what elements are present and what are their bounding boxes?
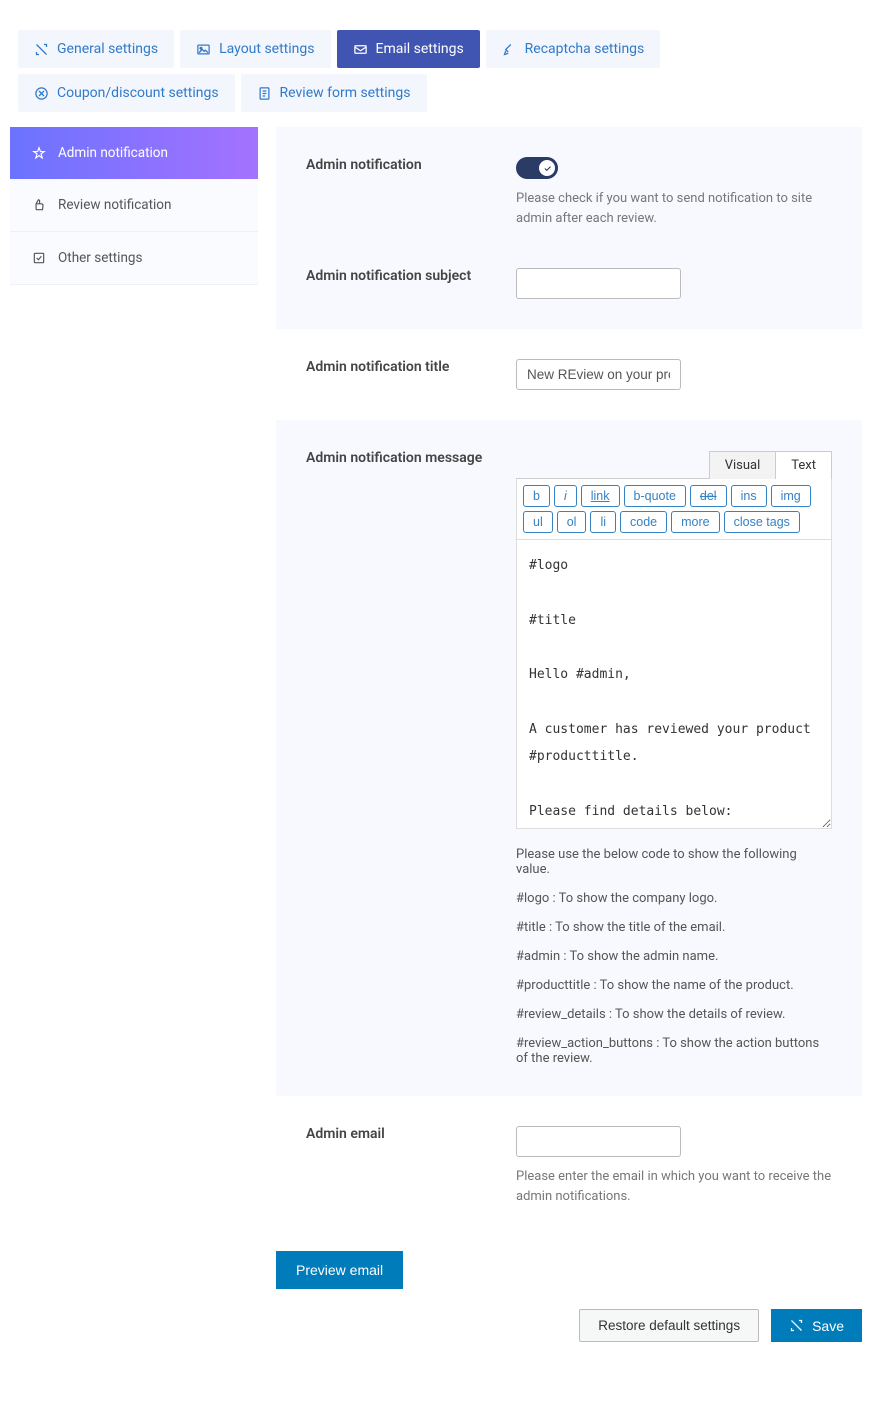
btn-ul[interactable]: ul	[523, 511, 553, 533]
sidebar-item-label: Admin notification	[58, 145, 168, 161]
btn-img[interactable]: img	[771, 485, 811, 507]
tab-label: Recaptcha settings	[525, 41, 645, 57]
save-button[interactable]: Save	[771, 1309, 862, 1342]
field-label: Admin notification title	[306, 359, 496, 390]
field-label: Admin notification subject	[306, 268, 496, 299]
save-icon	[789, 1318, 804, 1333]
tab-coupon[interactable]: Coupon/discount settings	[18, 74, 235, 112]
sidebar-item-admin-notif[interactable]: Admin notification	[10, 127, 258, 179]
btn-ins[interactable]: ins	[731, 485, 767, 507]
btn-more[interactable]: more	[671, 511, 719, 533]
btn-italic[interactable]: i	[554, 485, 577, 507]
footer-buttons: Restore default settings Save	[276, 1309, 862, 1342]
star-icon	[32, 146, 46, 160]
admin-email-input[interactable]	[516, 1126, 681, 1157]
subject-input[interactable]	[516, 268, 681, 299]
field-help: Please check if you want to send notific…	[516, 189, 832, 228]
code-producttitle: #producttitle : To show the name of the …	[516, 978, 832, 993]
tab-label: Email settings	[376, 41, 464, 57]
code-admin: #admin : To show the admin name.	[516, 949, 832, 964]
btn-ol[interactable]: ol	[557, 511, 587, 533]
field-label: Admin email	[306, 1126, 496, 1206]
tab-label: Coupon/discount settings	[57, 85, 219, 101]
btn-close-tags[interactable]: close tags	[724, 511, 800, 533]
sidebar-item-other[interactable]: Other settings	[10, 232, 258, 285]
section-admin-notification: Admin notification Please check if you w…	[276, 127, 862, 258]
tab-label: Layout settings	[219, 41, 314, 57]
email-sidebar: Admin notification Review notification O…	[10, 127, 258, 1362]
editor-tab-text[interactable]: Text	[775, 451, 832, 479]
code-review-details: #review_details : To show the details of…	[516, 1007, 832, 1022]
btn-bquote[interactable]: b-quote	[624, 485, 686, 507]
section-admin-email: Admin email Please enter the email in wh…	[276, 1096, 862, 1236]
sidebar-item-label: Other settings	[58, 250, 142, 266]
btn-bold[interactable]: b	[523, 485, 550, 507]
btn-li[interactable]: li	[590, 511, 616, 533]
tab-layout[interactable]: Layout settings	[180, 30, 330, 68]
editor-tab-visual[interactable]: Visual	[709, 451, 776, 479]
toggle-knob	[539, 160, 555, 176]
sidebar-item-review-notif[interactable]: Review notification	[10, 179, 258, 232]
section-title: Admin notification title	[276, 329, 862, 420]
tab-label: General settings	[57, 41, 158, 57]
code-title: #title : To show the title of the email.	[516, 920, 832, 935]
tab-recaptcha[interactable]: Recaptcha settings	[486, 30, 661, 68]
settings-tabs: General settings Layout settings Email s…	[18, 30, 854, 112]
tab-label: Review form settings	[280, 85, 411, 101]
field-label: Admin notification	[306, 157, 496, 228]
message-textarea[interactable]	[516, 539, 832, 829]
save-label: Save	[812, 1318, 844, 1334]
preview-row: Preview email	[276, 1251, 862, 1289]
title-input[interactable]	[516, 359, 681, 390]
editor: Visual Text b i link b-quote del ins img…	[516, 450, 832, 833]
layout-icon	[196, 42, 211, 57]
code-review-buttons: #review_action_buttons : To show the act…	[516, 1036, 832, 1066]
editor-tabs: Visual Text	[516, 450, 832, 479]
editor-toolbar: b i link b-quote del ins img ul ol li co…	[516, 479, 832, 539]
main-panel: Admin notification Please check if you w…	[276, 127, 862, 1362]
admin-notif-toggle[interactable]	[516, 157, 558, 179]
field-help: Please enter the email in which you want…	[516, 1167, 832, 1206]
section-message: Admin notification message Visual Text b…	[276, 420, 862, 1096]
sidebar-item-label: Review notification	[58, 197, 171, 213]
check-square-icon	[32, 251, 46, 265]
tab-reviewform[interactable]: Review form settings	[241, 74, 427, 112]
thumbs-up-icon	[32, 198, 46, 212]
btn-link[interactable]: link	[581, 485, 620, 507]
tab-email[interactable]: Email settings	[337, 30, 480, 68]
check-icon	[543, 164, 552, 173]
coupon-icon	[34, 86, 49, 101]
preview-email-button[interactable]: Preview email	[276, 1251, 403, 1289]
btn-code[interactable]: code	[620, 511, 667, 533]
codes-intro: Please use the below code to show the fo…	[516, 847, 832, 877]
code-logo: #logo : To show the company logo.	[516, 891, 832, 906]
email-icon	[353, 42, 368, 57]
tab-general[interactable]: General settings	[18, 30, 174, 68]
recaptcha-icon	[502, 42, 517, 57]
form-icon	[257, 86, 272, 101]
field-label: Admin notification message	[306, 450, 496, 1066]
section-subject: Admin notification subject	[276, 258, 862, 329]
restore-defaults-button[interactable]: Restore default settings	[579, 1309, 759, 1342]
btn-del[interactable]: del	[690, 485, 727, 507]
general-icon	[34, 42, 49, 57]
